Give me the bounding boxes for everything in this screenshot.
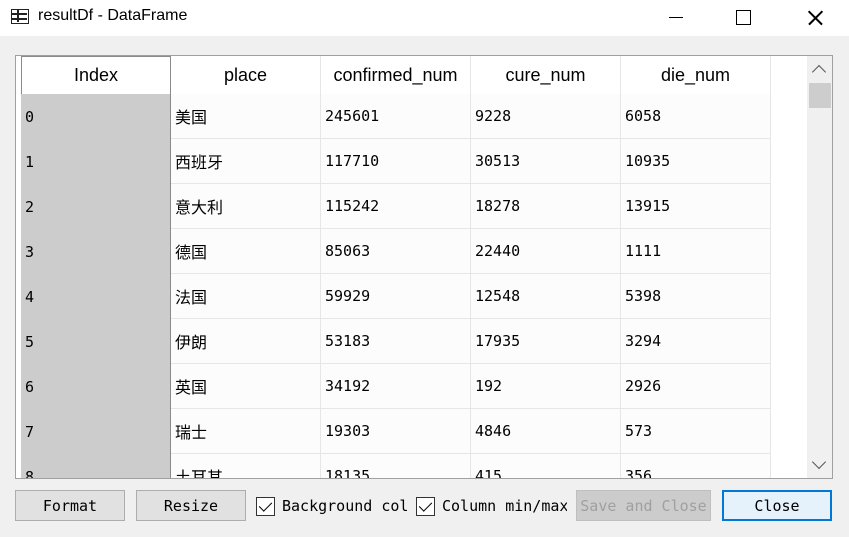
cure-num-cell[interactable]: 9228	[471, 94, 621, 139]
cure-num-cell[interactable]: 18278	[471, 184, 621, 229]
row-index-cell[interactable]: 8	[21, 454, 171, 478]
cure-num-cell[interactable]: 17935	[471, 319, 621, 364]
place-cell[interactable]: 瑞士	[171, 409, 321, 454]
cure-num-cell[interactable]: 22440	[471, 229, 621, 274]
column-minmax-label: Column min/max	[442, 497, 567, 515]
confirmed-num-cell[interactable]: 34192	[321, 364, 471, 409]
column-minmax-checkbox[interactable]: Column min/max	[416, 496, 567, 516]
die-num-cell[interactable]: 10935	[621, 139, 771, 184]
cure-num-cell[interactable]: 4846	[471, 409, 621, 454]
cure-num-cell[interactable]: 192	[471, 364, 621, 409]
row-index-cell[interactable]: 7	[21, 409, 171, 454]
confirmed-num-cell[interactable]: 53183	[321, 319, 471, 364]
header-confirmed-num[interactable]: confirmed_num	[321, 56, 471, 94]
vertical-scrollbar[interactable]	[807, 56, 832, 478]
table-grid[interactable]: Index place confirmed_num cure_num die_num 0 美…	[21, 56, 771, 478]
checkbox-checked-icon[interactable]	[256, 496, 275, 516]
row-index-cell[interactable]: 6	[21, 364, 171, 409]
die-num-cell[interactable]: 13915	[621, 184, 771, 229]
confirmed-num-cell[interactable]: 19303	[321, 409, 471, 454]
confirmed-num-cell[interactable]: 115242	[321, 184, 471, 229]
maximize-button[interactable]	[720, 0, 766, 36]
header-die-num[interactable]: die_num	[621, 56, 771, 94]
confirmed-num-cell[interactable]: 18135	[321, 454, 471, 478]
place-cell[interactable]: 伊朗	[171, 319, 321, 364]
title-bar: resultDf - DataFrame	[0, 0, 849, 36]
table-icon	[11, 9, 29, 24]
format-button[interactable]: Format	[15, 490, 125, 521]
cure-num-cell[interactable]: 415	[471, 454, 621, 478]
header-place[interactable]: place	[171, 56, 321, 94]
dataframe-table[interactable]: Index place confirmed_num cure_num die_num 0 美…	[15, 55, 833, 479]
header-index[interactable]: Index	[21, 56, 171, 94]
die-num-cell[interactable]: 5398	[621, 274, 771, 319]
checkbox-checked-icon[interactable]	[416, 496, 435, 516]
row-index-cell[interactable]: 0	[21, 94, 171, 139]
background-color-label: Background col	[282, 497, 408, 515]
die-num-cell[interactable]: 3294	[621, 319, 771, 364]
minimize-button[interactable]	[653, 0, 699, 36]
header-cure-num[interactable]: cure_num	[471, 56, 621, 94]
row-index-cell[interactable]: 5	[21, 319, 171, 364]
scroll-down-icon[interactable]	[811, 454, 827, 470]
cure-num-cell[interactable]: 12548	[471, 274, 621, 319]
die-num-cell[interactable]: 573	[621, 409, 771, 454]
place-cell[interactable]: 法国	[171, 274, 321, 319]
confirmed-num-cell[interactable]: 59929	[321, 274, 471, 319]
place-cell[interactable]: 土耳其	[171, 454, 321, 478]
place-cell[interactable]: 德国	[171, 229, 321, 274]
scroll-up-icon[interactable]	[811, 64, 827, 80]
place-cell[interactable]: 美国	[171, 94, 321, 139]
row-index-cell[interactable]: 2	[21, 184, 171, 229]
resize-button[interactable]: Resize	[136, 490, 246, 521]
place-cell[interactable]: 西班牙	[171, 139, 321, 184]
die-num-cell[interactable]: 2926	[621, 364, 771, 409]
close-window-button[interactable]	[792, 0, 838, 36]
place-cell[interactable]: 英国	[171, 364, 321, 409]
place-cell[interactable]: 意大利	[171, 184, 321, 229]
die-num-cell[interactable]: 6058	[621, 94, 771, 139]
row-index-cell[interactable]: 4	[21, 274, 171, 319]
confirmed-num-cell[interactable]: 85063	[321, 229, 471, 274]
cure-num-cell[interactable]: 30513	[471, 139, 621, 184]
window-title: resultDf - DataFrame	[38, 7, 188, 24]
confirmed-num-cell[interactable]: 117710	[321, 139, 471, 184]
scroll-thumb[interactable]	[809, 83, 831, 108]
die-num-cell[interactable]: 1111	[621, 229, 771, 274]
die-num-cell[interactable]: 356	[621, 454, 771, 478]
background-color-checkbox[interactable]: Background col	[256, 496, 408, 516]
row-index-cell[interactable]: 3	[21, 229, 171, 274]
close-button[interactable]: Close	[722, 490, 832, 521]
save-and-close-button[interactable]: Save and Close	[576, 490, 711, 521]
confirmed-num-cell[interactable]: 245601	[321, 94, 471, 139]
row-index-cell[interactable]: 1	[21, 139, 171, 184]
